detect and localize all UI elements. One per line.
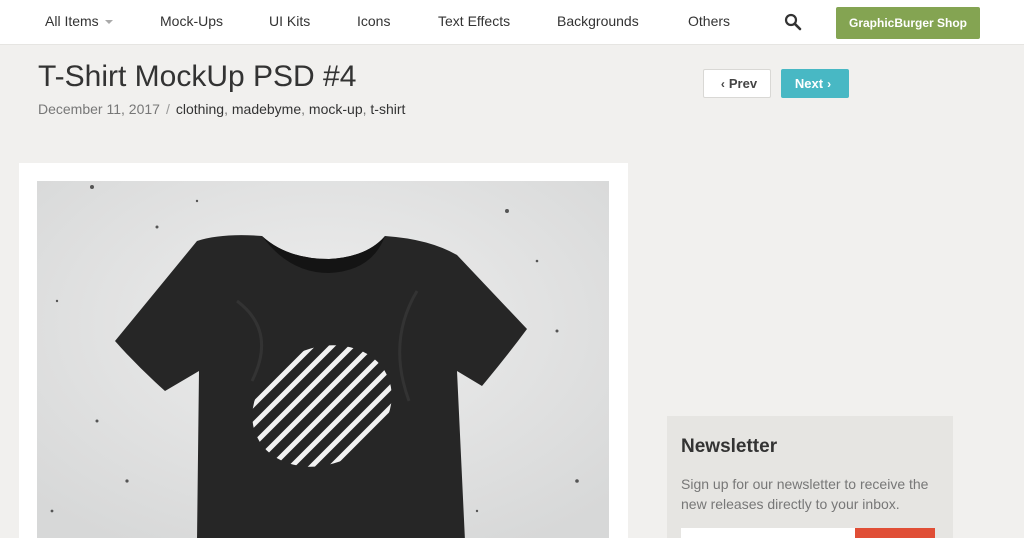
prev-button[interactable]: ‹ Prev <box>703 69 771 98</box>
chevron-down-icon <box>104 20 113 25</box>
nav-all-items-label: All Items <box>45 13 99 29</box>
nav-mock-ups[interactable]: Mock-Ups <box>160 13 223 29</box>
tag-link[interactable]: clothing <box>176 101 224 117</box>
search-icon[interactable] <box>784 13 802 31</box>
page-title: T-Shirt MockUp PSD #4 <box>38 60 357 93</box>
shop-button[interactable]: GraphicBurger Shop <box>836 7 980 39</box>
next-button[interactable]: Next › <box>781 69 849 98</box>
post-meta: December 11, 2017/clothing, madebyme, mo… <box>38 101 406 117</box>
chevron-right-icon: › <box>827 76 832 91</box>
prev-label: Prev <box>728 76 758 91</box>
tag-link[interactable]: madebyme <box>232 101 301 117</box>
nav-ui-kits[interactable]: UI Kits <box>269 13 310 29</box>
nav-backgrounds[interactable]: Backgrounds <box>557 13 639 29</box>
tshirt-illustration <box>37 181 609 538</box>
nav-text-effects[interactable]: Text Effects <box>438 13 510 29</box>
meta-separator: / <box>165 101 170 117</box>
newsletter-description: Sign up for our newsletter to receive th… <box>681 476 929 512</box>
next-label: Next <box>794 76 824 91</box>
newsletter-subscribe-button[interactable] <box>855 528 935 538</box>
post-date: December 11, 2017 <box>38 101 160 117</box>
top-navigation: All Items Mock-Ups UI Kits Icons Text Ef… <box>0 0 1024 45</box>
newsletter-email-input[interactable] <box>681 528 855 538</box>
chevron-left-icon: ‹ <box>720 76 725 91</box>
tshirt-mockup-image[interactable] <box>37 181 609 538</box>
nav-others[interactable]: Others <box>688 13 730 29</box>
nav-all-items[interactable]: All Items <box>45 13 113 29</box>
tag-link[interactable]: mock-up <box>309 101 363 117</box>
nav-icons[interactable]: Icons <box>357 13 390 29</box>
tag-link[interactable]: t-shirt <box>370 101 405 117</box>
newsletter-title: Newsletter <box>681 436 778 457</box>
